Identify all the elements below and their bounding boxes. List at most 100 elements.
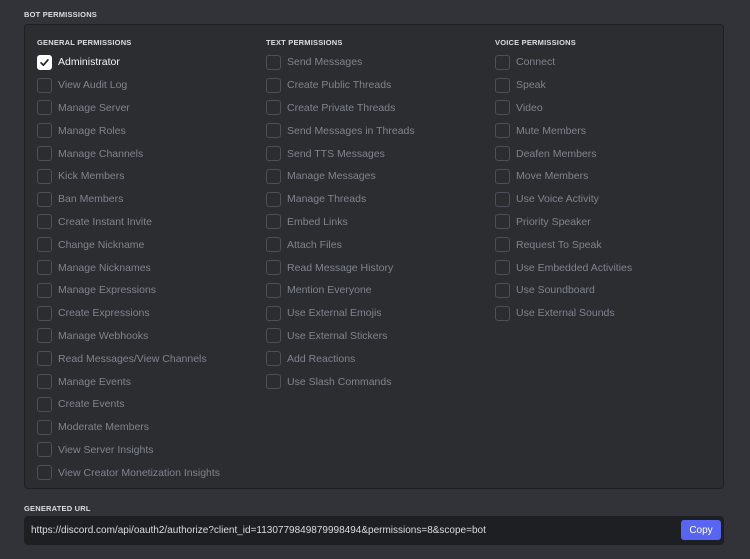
permission-checkbox[interactable] [495,146,510,162]
permission-moderate-members[interactable]: Moderate Members [37,416,220,439]
permission-checkbox[interactable] [37,168,52,184]
permission-label: Administrator [58,56,120,69]
permission-checkbox[interactable] [266,351,281,367]
permission-checkbox[interactable] [266,260,281,276]
permission-send-messages-in-threads[interactable]: Send Messages in Threads [266,119,415,142]
permission-embed-links[interactable]: Embed Links [266,211,415,234]
generated-url-field[interactable]: https://discord.com/api/oauth2/authorize… [24,516,724,545]
permission-video[interactable]: Video [495,97,632,120]
permission-checkbox[interactable] [37,374,52,390]
permission-view-audit-log[interactable]: View Audit Log [37,74,220,97]
permission-manage-server[interactable]: Manage Server [37,97,220,120]
permission-create-private-threads[interactable]: Create Private Threads [266,97,415,120]
permission-move-members[interactable]: Move Members [495,165,632,188]
permission-view-server-insights[interactable]: View Server Insights [37,439,220,462]
permission-manage-webhooks[interactable]: Manage Webhooks [37,325,220,348]
permission-add-reactions[interactable]: Add Reactions [266,347,415,370]
permission-checkbox[interactable] [37,465,52,481]
permission-checkbox[interactable] [37,100,52,116]
permission-manage-channels[interactable]: Manage Channels [37,142,220,165]
permission-ban-members[interactable]: Ban Members [37,188,220,211]
permission-checkbox[interactable] [495,77,510,93]
permission-use-slash-commands[interactable]: Use Slash Commands [266,370,415,393]
permission-checkbox[interactable] [266,328,281,344]
permission-checkbox[interactable] [266,168,281,184]
permission-use-external-emojis[interactable]: Use External Emojis [266,302,415,325]
permission-manage-threads[interactable]: Manage Threads [266,188,415,211]
permission-send-tts-messages[interactable]: Send TTS Messages [266,142,415,165]
permission-checkbox[interactable] [266,100,281,116]
permission-checkbox[interactable] [37,305,52,321]
permission-label: Mention Everyone [287,284,372,297]
permission-mention-everyone[interactable]: Mention Everyone [266,279,415,302]
permission-checkbox[interactable] [495,123,510,139]
permission-create-public-threads[interactable]: Create Public Threads [266,74,415,97]
permission-checkbox[interactable] [37,328,52,344]
permission-checkbox[interactable] [37,442,52,458]
permission-create-instant-invite[interactable]: Create Instant Invite [37,211,220,234]
permission-speak[interactable]: Speak [495,74,632,97]
permission-use-external-sounds[interactable]: Use External Sounds [495,302,632,325]
permission-checkbox[interactable] [37,123,52,139]
permission-mute-members[interactable]: Mute Members [495,119,632,142]
permission-checkbox[interactable] [37,260,52,276]
permission-checkbox[interactable] [37,77,52,93]
permission-checkbox[interactable] [495,54,510,70]
permission-send-messages[interactable]: Send Messages [266,51,415,74]
permission-label: Kick Members [58,170,125,183]
permission-kick-members[interactable]: Kick Members [37,165,220,188]
copy-button[interactable]: Copy [681,520,721,540]
permission-read-message-history[interactable]: Read Message History [266,256,415,279]
permission-checkbox[interactable] [37,146,52,162]
permission-label: Manage Events [58,375,131,388]
permission-checkbox[interactable] [37,54,52,70]
permission-deafen-members[interactable]: Deafen Members [495,142,632,165]
permission-manage-roles[interactable]: Manage Roles [37,119,220,142]
permission-checkbox[interactable] [37,191,52,207]
permission-request-to-speak[interactable]: Request To Speak [495,233,632,256]
permission-checkbox[interactable] [266,237,281,253]
permission-create-events[interactable]: Create Events [37,393,220,416]
permission-use-embedded-activities[interactable]: Use Embedded Activities [495,256,632,279]
permission-administrator[interactable]: Administrator [37,51,220,74]
generated-url-text[interactable]: https://discord.com/api/oauth2/authorize… [31,516,486,545]
permission-label: Manage Channels [58,147,144,160]
permission-create-expressions[interactable]: Create Expressions [37,302,220,325]
permission-checkbox[interactable] [495,237,510,253]
permission-attach-files[interactable]: Attach Files [266,233,415,256]
permission-checkbox[interactable] [495,191,510,207]
permission-use-voice-activity[interactable]: Use Voice Activity [495,188,632,211]
permission-change-nickname[interactable]: Change Nickname [37,233,220,256]
permission-manage-events[interactable]: Manage Events [37,370,220,393]
permission-checkbox[interactable] [495,214,510,230]
permission-checkbox[interactable] [495,305,510,321]
permission-checkbox[interactable] [495,282,510,298]
permission-use-external-stickers[interactable]: Use External Stickers [266,325,415,348]
permission-checkbox[interactable] [37,282,52,298]
permission-checkbox[interactable] [495,168,510,184]
permission-read-messages-view-channels[interactable]: Read Messages/View Channels [37,347,220,370]
permission-manage-expressions[interactable]: Manage Expressions [37,279,220,302]
permission-checkbox[interactable] [266,282,281,298]
permission-manage-messages[interactable]: Manage Messages [266,165,415,188]
permission-checkbox[interactable] [266,146,281,162]
permission-checkbox[interactable] [266,54,281,70]
permission-checkbox[interactable] [37,419,52,435]
permission-checkbox[interactable] [266,191,281,207]
permission-checkbox[interactable] [266,214,281,230]
permission-checkbox[interactable] [37,214,52,230]
permission-connect[interactable]: Connect [495,51,632,74]
permission-checkbox[interactable] [37,351,52,367]
permission-use-soundboard[interactable]: Use Soundboard [495,279,632,302]
permission-checkbox[interactable] [37,396,52,412]
permission-checkbox[interactable] [495,100,510,116]
permission-checkbox[interactable] [266,77,281,93]
permission-checkbox[interactable] [266,305,281,321]
permission-checkbox[interactable] [37,237,52,253]
permission-priority-speaker[interactable]: Priority Speaker [495,211,632,234]
permission-checkbox[interactable] [266,374,281,390]
permission-checkbox[interactable] [266,123,281,139]
permission-view-creator-monetization-insights[interactable]: View Creator Monetization Insights [37,461,220,484]
permission-manage-nicknames[interactable]: Manage Nicknames [37,256,220,279]
permission-checkbox[interactable] [495,260,510,276]
